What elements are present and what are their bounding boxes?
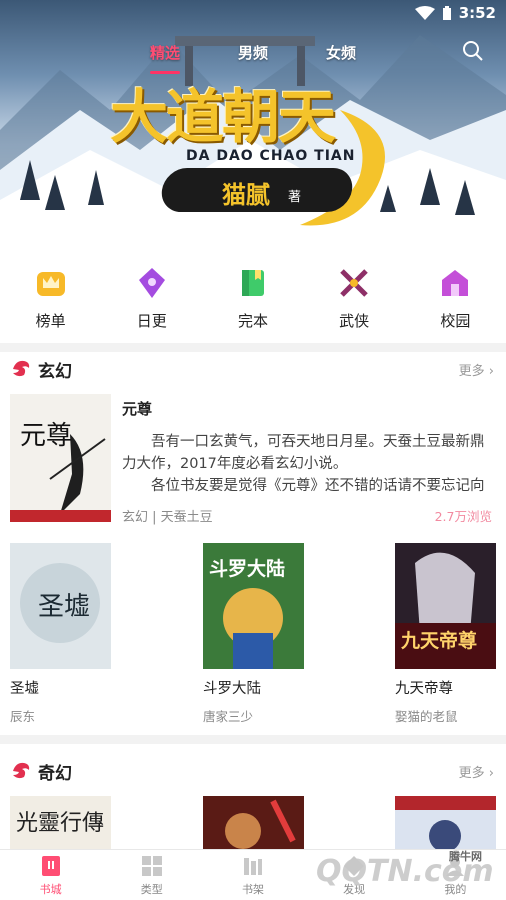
nav-label: 书架 [241,883,264,896]
nav-label: 我的 [444,883,467,896]
section-header-qihuan: 奇幻 更多 › [0,757,506,785]
bottom-nav-bar: 书城 类型 书架 发现 我的 [0,849,506,900]
more-label: 更多 [458,364,485,379]
nav-label: 类型 [140,883,163,896]
cover-title-text: 圣墟 [38,592,90,622]
book-icon [241,270,264,296]
grid-icon [141,856,162,876]
book-card[interactable]: 斗罗大陆 斗罗大陆 唐家三少 [203,543,304,725]
nav-discover[interactable]: 发现 [304,850,405,900]
wifi-icon [414,5,435,20]
crown-icon [36,272,65,296]
search-icon[interactable] [462,40,484,62]
category-label: 校园 [440,312,471,330]
banner-title: 大道朝天 [110,83,336,151]
dragon-icon [13,762,30,779]
nav-label: 书城 [39,883,62,896]
cover-title-text: 斗罗大陆 [209,557,285,580]
description-line: 各位书友要是觉得《元尊》还不错的话请不要忘记向 [151,478,485,494]
book-cover-partial[interactable]: 光靈行傳 [10,796,111,851]
featured-book-title[interactable]: 元尊 [122,398,152,419]
cover-title-text: 九天帝尊 [400,629,477,652]
cover-art-guangling: 光靈行傳 [10,796,111,851]
profile-icon [446,857,465,876]
book-author: 娶猫的老鼠 [395,709,458,724]
battery-icon [442,5,451,20]
bookstore-icon [41,856,60,876]
dragon-icon [13,360,30,377]
section-header-xuanhuan: 玄幻 更多 › [0,355,506,383]
featured-book-cover[interactable]: 元尊 [10,394,111,522]
category-row: 榜单 日更 完本 武侠 校园 [0,266,506,338]
chevron-right-icon: › [488,364,494,379]
tab-featured[interactable]: 精选 [150,42,180,63]
nav-category[interactable]: 类型 [101,850,202,900]
book-author: 唐家三少 [203,709,254,724]
book-author: 辰东 [10,709,36,724]
book-cover-partial[interactable] [203,796,304,851]
status-bar: 3:52 [414,4,496,22]
app-screen: 3:52 精选 男频 女频 大道朝天 DA DAO CHAO TIAN 猫腻 著… [0,0,506,900]
book-cover: 斗罗大陆 [203,543,304,669]
cover-title-text: 元尊 [20,421,72,451]
category-label: 武侠 [339,312,370,330]
book-cover: 九天帝尊 [395,543,496,669]
chevron-right-icon: › [488,766,494,781]
bookshelf-icon [243,858,262,875]
tab-female[interactable]: 女频 [326,42,356,63]
section-title: 玄幻 [38,362,72,382]
category-completed[interactable]: 完本 [202,266,303,338]
cover-title-text: 光靈行傳 [16,811,104,836]
crossed-swords-icon [340,269,368,297]
nav-label: 发现 [343,883,366,896]
cover-art-douluo: 斗罗大陆 [203,543,304,669]
featured-book-description: 吾有一口玄黄气，可吞天地日月星。天蚕土豆最新鼎 力大作，2017年度必看玄幻小说… [122,431,492,497]
description-line: 力大作，2017年度必看玄幻小说。 [122,456,348,472]
category-label: 完本 [237,312,268,330]
category-daily[interactable]: 日更 [101,266,202,338]
cover-art-partial [395,796,496,851]
nav-bookshelf[interactable]: 书架 [202,850,303,900]
cover-art-jiutian: 九天帝尊 [395,543,496,669]
book-title: 圣墟 [10,681,39,697]
featured-book-meta: 玄幻 | 天蚕土豆 [122,510,213,525]
status-time: 3:52 [458,4,496,22]
carousel-dot[interactable] [230,236,236,242]
category-wuxia[interactable]: 武侠 [304,266,405,338]
book-card[interactable]: 九天帝尊 九天帝尊 娶猫的老鼠 [395,543,496,725]
description-line: 吾有一口玄黄气，可吞天地日月星。天蚕土豆最新鼎 [151,434,485,450]
book-cover-partial[interactable] [395,796,496,851]
nav-profile[interactable]: 我的 [405,850,506,900]
banner-pinyin: DA DAO CHAO TIAN [186,148,356,164]
more-link[interactable]: 更多 › [459,762,494,781]
more-label: 更多 [458,766,485,781]
book-title: 九天帝尊 [395,681,453,697]
category-label: 日更 [136,312,167,330]
cover-art-yuanzun: 元尊 [10,394,111,522]
book-cover: 圣墟 [10,543,111,669]
top-tab-bar: 精选 男频 女频 [0,36,506,74]
pen-icon [138,268,165,298]
more-link[interactable]: 更多 › [459,360,494,379]
section-divider [0,735,506,744]
tab-male[interactable]: 男频 [238,42,268,63]
category-label: 榜单 [35,312,66,330]
banner-author: 猫腻 [222,181,270,209]
category-campus[interactable]: 校园 [405,266,506,338]
discover-icon [344,856,365,876]
cover-art-partial [203,796,304,851]
featured-book-views: 2.7万浏览 [434,509,492,524]
cover-art-shengxu: 圣墟 [10,543,111,669]
hero-banner[interactable]: 3:52 精选 男频 女频 大道朝天 DA DAO CHAO TIAN 猫腻 著 [0,0,506,250]
banner-author-suffix: 著 [288,190,302,205]
category-ranking[interactable]: 榜单 [0,266,101,338]
book-card[interactable]: 圣墟 圣墟 辰东 [10,543,111,725]
book-title: 斗罗大陆 [203,681,261,697]
section-title: 奇幻 [38,764,72,784]
section-divider [0,343,506,352]
school-icon [442,270,469,296]
nav-bookstore[interactable]: 书城 [0,850,101,900]
